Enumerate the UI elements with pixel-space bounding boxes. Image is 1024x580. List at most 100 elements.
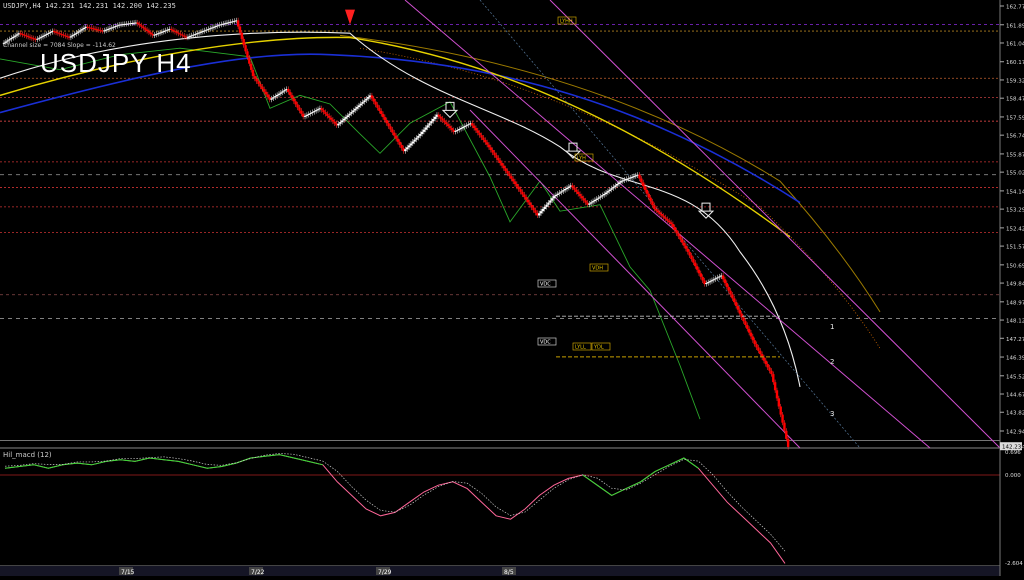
candle <box>740 313 743 318</box>
candle <box>545 204 548 207</box>
candle <box>138 23 141 26</box>
candle <box>526 199 530 203</box>
candle <box>409 143 413 146</box>
y-tick-label: 161.895 <box>1006 23 1024 29</box>
candle <box>309 113 312 115</box>
candle <box>747 328 751 333</box>
candle <box>461 127 465 129</box>
y-tick-label: 155.020 <box>1006 171 1024 177</box>
candle <box>393 132 396 136</box>
candle <box>651 201 654 206</box>
candle <box>41 35 45 37</box>
candle <box>78 30 82 32</box>
candle <box>549 200 552 203</box>
candle <box>446 124 450 127</box>
candle <box>491 149 494 153</box>
candle <box>459 128 463 130</box>
candle <box>562 190 565 192</box>
candle <box>493 152 496 156</box>
candle <box>242 38 245 46</box>
candle <box>12 36 15 38</box>
candle <box>642 182 645 187</box>
candle <box>350 112 353 114</box>
candle <box>404 149 407 152</box>
candle <box>69 36 73 38</box>
candle <box>326 113 329 116</box>
candle <box>422 129 426 132</box>
candle <box>705 283 708 285</box>
candle <box>567 186 571 188</box>
candle <box>485 142 489 145</box>
candle <box>281 91 284 93</box>
candle <box>456 129 459 131</box>
candle <box>348 113 351 116</box>
candle <box>313 111 316 113</box>
candle <box>417 135 420 138</box>
candle <box>352 110 355 113</box>
y-tick-label: 152.420 <box>1006 226 1024 232</box>
candle <box>770 370 773 375</box>
candle <box>253 76 257 79</box>
candle <box>708 281 712 283</box>
candle <box>288 92 292 96</box>
candle <box>324 112 327 114</box>
y-tick-label: 159.320 <box>1006 78 1024 84</box>
candle <box>638 174 641 179</box>
candle <box>277 93 281 95</box>
candle <box>692 259 695 263</box>
candle <box>262 89 266 92</box>
candle <box>746 325 749 329</box>
candle <box>599 196 602 198</box>
candle <box>45 33 48 35</box>
candle <box>617 182 621 185</box>
candle <box>38 37 41 39</box>
candle <box>173 30 177 32</box>
candle <box>677 233 680 237</box>
candle <box>697 269 701 274</box>
candle <box>679 236 682 240</box>
price-chart[interactable]: 1 2 3 VDH VDC LYLL YDL VDC LYHH LYH 7/15 7/22 7/29… <box>0 0 1024 576</box>
chart-window[interactable]: 1 2 3 VDH VDC LYLL YDL VDC LYHH LYH 7/15 7/22 7/29… <box>0 0 1024 576</box>
candle <box>497 157 500 161</box>
candle <box>515 184 519 187</box>
y-tick-label: 145.520 <box>1006 374 1024 380</box>
candle <box>682 242 686 246</box>
y-tick-label: 154.145 <box>1006 189 1024 195</box>
candle <box>673 227 676 231</box>
candle <box>530 204 533 208</box>
candle <box>712 279 716 281</box>
candle <box>504 168 507 171</box>
y-tick-label: 142.945 <box>1006 429 1024 435</box>
candle <box>478 132 481 136</box>
candle <box>387 123 390 127</box>
candle <box>376 104 379 108</box>
candle <box>662 215 665 218</box>
candle <box>149 32 152 34</box>
candle <box>556 193 559 195</box>
candle <box>467 124 470 126</box>
candle <box>385 120 388 124</box>
candle <box>374 101 377 105</box>
candle <box>274 96 277 98</box>
candle <box>474 128 478 131</box>
candle <box>563 189 567 191</box>
candle <box>640 178 643 183</box>
candle <box>686 248 690 252</box>
candle <box>513 181 517 185</box>
y-tick-label: 157.595 <box>1006 115 1024 121</box>
candle <box>608 189 611 192</box>
candle <box>764 360 768 365</box>
candle <box>753 340 756 345</box>
candle <box>290 95 294 99</box>
candle <box>597 197 600 199</box>
candle <box>615 184 619 186</box>
candle <box>593 199 597 202</box>
y-tick-label: 148.970 <box>1006 300 1024 306</box>
candle <box>316 109 320 111</box>
candle <box>43 34 47 36</box>
candle <box>701 276 704 281</box>
candle <box>340 120 344 123</box>
candle <box>170 28 173 30</box>
candle <box>786 438 790 447</box>
candle <box>333 121 336 124</box>
